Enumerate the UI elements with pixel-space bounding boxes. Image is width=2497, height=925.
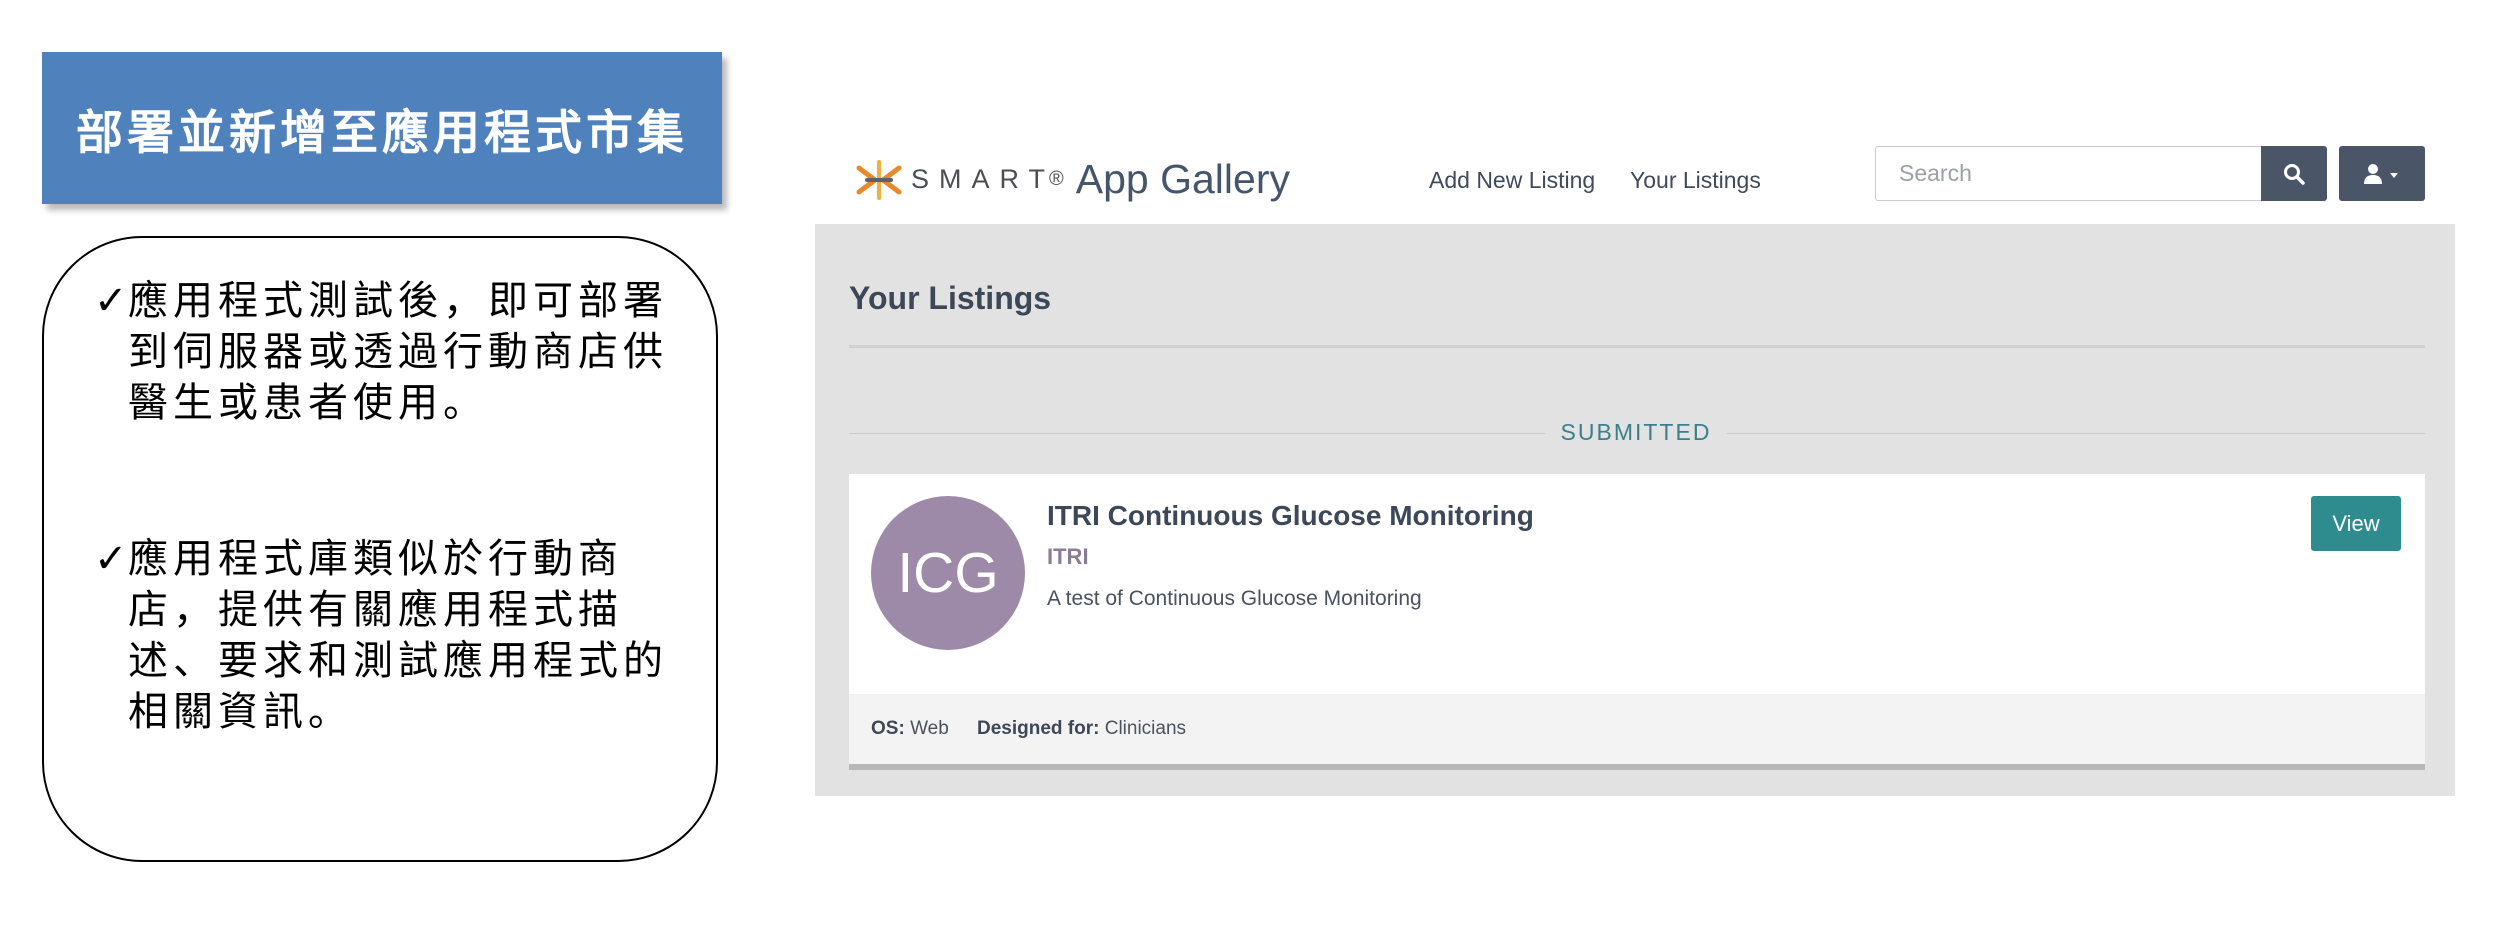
brand-registered: ® — [1049, 168, 1064, 190]
bullet-text: 應用程式庫類似於行動商店，提供有關應用程式描述、要求和測試應用程式的相關資訊。 — [128, 536, 668, 735]
user-menu-button[interactable] — [2339, 146, 2425, 201]
app-name[interactable]: ITRI Continuous Glucose Monitoring — [1047, 500, 1534, 532]
search-icon — [2284, 163, 2305, 185]
listings-panel: Your Listings SUBMITTED ICG ITRI Continu… — [815, 224, 2455, 796]
page-title: Your Listings — [849, 280, 1052, 316]
bullet-item: ✓ 應用程式測試後，即可部署到伺服器或透過行動商店供醫生或患者使用。 — [94, 276, 708, 429]
designed-for-info: Designed for: Clinicians — [977, 718, 1186, 740]
nav-add-new-listing[interactable]: Add New Listing — [1429, 160, 1595, 200]
title-divider — [849, 345, 2425, 348]
designed-for-label: Designed for: — [977, 718, 1100, 739]
app-gallery-navbar: SMART ® App Gallery Add New Listing Your… — [815, 138, 2455, 224]
description-bubble: ✓ 應用程式測試後，即可部署到伺服器或透過行動商店供醫生或患者使用。 ✓ 應用程… — [42, 236, 718, 862]
slide-title-box: 部署並新增至應用程式市集 — [42, 52, 722, 204]
smart-flame-icon — [856, 159, 902, 200]
app-organization: ITRI — [1047, 544, 1089, 569]
bullet-text: 應用程式測試後，即可部署到伺服器或透過行動商店供醫生或患者使用。 — [128, 278, 668, 426]
os-label: OS: — [871, 718, 905, 739]
checkmark-icon: ✓ — [94, 278, 133, 324]
brand-app-gallery: App Gallery — [1075, 156, 1290, 202]
bullet-item: ✓ 應用程式庫類似於行動商店，提供有關應用程式描述、要求和測試應用程式的相關資訊… — [94, 534, 708, 738]
slide-title: 部署並新增至應用程式市集 — [76, 105, 688, 161]
os-value: Web — [910, 718, 949, 739]
section-divider-right — [1727, 433, 2425, 434]
app-avatar: ICG — [871, 496, 1025, 650]
caret-down-icon — [2390, 172, 2398, 178]
search-placeholder: Search — [1899, 160, 1972, 186]
search-button[interactable] — [2261, 146, 2327, 201]
section-label-submitted: SUBMITTED — [1560, 419, 1712, 445]
user-icon — [2364, 163, 2398, 184]
nav-your-listings[interactable]: Your Listings — [1630, 160, 1761, 200]
app-description: A test of Continuous Glucose Monitoring — [1047, 587, 1422, 610]
card-footer: OS: Web Designed for: Clinicians — [849, 694, 2425, 764]
brand-smart: SMART — [911, 164, 1056, 194]
os-info: OS: Web — [871, 718, 949, 740]
search-input[interactable]: Search — [1875, 146, 2261, 201]
smart-logo[interactable]: SMART ® App Gallery — [855, 156, 1290, 203]
view-button[interactable]: View — [2311, 496, 2401, 551]
checkmark-icon: ✓ — [94, 536, 133, 582]
listing-card[interactable]: ICG ITRI Continuous Glucose Monitoring I… — [849, 474, 2425, 770]
section-divider-left — [849, 433, 1545, 434]
designed-for-value: Clinicians — [1104, 718, 1187, 739]
